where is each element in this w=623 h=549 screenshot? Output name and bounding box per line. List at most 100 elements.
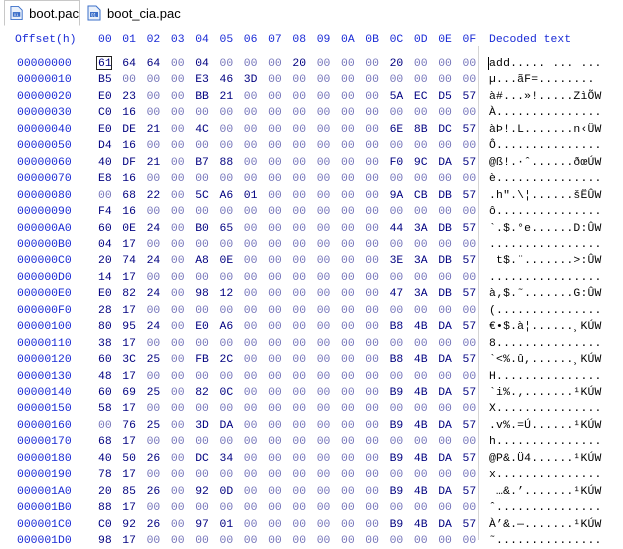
hex-byte[interactable]: 00 [292,171,306,187]
hex-byte[interactable]: 00 [244,253,258,269]
hex-byte[interactable]: 00 [292,253,306,269]
hex-byte[interactable]: 16 [122,138,136,154]
hex-byte[interactable]: DA [438,418,452,434]
hex-byte[interactable]: 00 [390,369,404,385]
hex-byte[interactable]: 00 [365,484,379,500]
hex-byte[interactable]: 00 [147,171,161,187]
hex-byte[interactable]: 00 [292,451,306,467]
hex-byte[interactable]: 00 [365,155,379,171]
hex-byte[interactable]: 00 [244,122,258,138]
hex-byte[interactable]: 21 [147,155,161,171]
hex-byte[interactable]: 00 [463,467,477,483]
hex-editor-view[interactable]: Offset(h) 00 01 02 03 04 05 06 07 08 09 0A 0B 0C 0D 0E… [0,26,623,547]
hex-byte[interactable]: 3A [414,286,428,302]
hex-byte[interactable]: 00 [147,369,161,385]
hex-byte[interactable]: E0 [98,122,112,138]
hex-byte[interactable]: DA [438,319,452,335]
hex-byte[interactable]: 21 [220,89,234,105]
hex-byte[interactable]: 00 [292,434,306,450]
hex-byte[interactable]: 00 [147,237,161,253]
hex-byte[interactable]: D4 [98,138,112,154]
hex-byte[interactable]: 00 [414,138,428,154]
hex-byte[interactable]: 00 [341,352,355,368]
hex-byte[interactable]: 00 [463,369,477,385]
hex-byte[interactable]: 5C [195,188,209,204]
hex-byte[interactable]: 00 [195,369,209,385]
hex-byte[interactable]: 00 [268,385,282,401]
hex-byte[interactable]: 00 [171,56,185,72]
hex-byte[interactable]: 00 [292,303,306,319]
hex-byte[interactable]: 00 [268,188,282,204]
hex-byte[interactable]: 17 [122,467,136,483]
hex-byte[interactable]: 25 [147,385,161,401]
hex-byte[interactable]: 00 [292,204,306,220]
hex-byte[interactable]: 00 [341,286,355,302]
decoded-text[interactable]: (............... [489,303,602,319]
hex-byte[interactable]: 00 [220,56,234,72]
hex-byte[interactable]: 00 [365,467,379,483]
hex-byte[interactable]: 00 [390,237,404,253]
hex-byte[interactable]: 00 [171,122,185,138]
hex-byte[interactable]: 00 [171,171,185,187]
hex-byte[interactable]: 57 [463,451,477,467]
hex-byte[interactable]: 0C [220,385,234,401]
hex-byte[interactable]: 40 [98,155,112,171]
hex-byte[interactable]: 00 [317,155,331,171]
hex-byte[interactable]: 00 [414,467,428,483]
hex-byte[interactable]: 00 [220,303,234,319]
hex-byte[interactable]: 85 [122,484,136,500]
hex-byte[interactable]: 00 [365,517,379,533]
hex-byte[interactable]: 00 [292,188,306,204]
hex-byte[interactable]: E8 [98,171,112,187]
hex-byte[interactable]: 00 [195,533,209,549]
hex-byte[interactable]: 00 [220,204,234,220]
hex-byte[interactable]: 00 [244,369,258,385]
hex-byte[interactable]: 95 [122,319,136,335]
hex-byte[interactable]: 00 [147,72,161,88]
hex-byte[interactable]: 00 [341,155,355,171]
hex-byte[interactable]: 00 [317,319,331,335]
hex-byte[interactable]: 17 [122,434,136,450]
hex-byte[interactable]: 00 [438,369,452,385]
hex-byte[interactable]: 00 [341,204,355,220]
hex-byte[interactable]: E0 [98,286,112,302]
hex-byte[interactable]: 88 [98,500,112,516]
hex-byte[interactable]: 00 [317,105,331,121]
hex-byte[interactable]: 00 [171,517,185,533]
hex-byte[interactable]: 00 [438,336,452,352]
hex-byte[interactable]: 00 [341,500,355,516]
hex-byte[interactable]: 00 [292,385,306,401]
hex-byte[interactable]: 00 [365,319,379,335]
hex-byte[interactable]: DB [438,286,452,302]
hex-byte[interactable]: 00 [244,451,258,467]
hex-byte[interactable]: 00 [365,56,379,72]
hex-byte[interactable]: 00 [244,484,258,500]
hex-byte[interactable]: 00 [317,369,331,385]
hex-byte[interactable]: 00 [147,500,161,516]
hex-byte[interactable]: 64 [122,56,136,72]
hex-byte[interactable]: 00 [463,270,477,286]
hex-byte[interactable]: 00 [244,303,258,319]
hex-byte[interactable]: 00 [220,369,234,385]
hex-byte[interactable]: 00 [341,484,355,500]
decoded-text[interactable]: ................ [489,237,602,253]
hex-byte[interactable]: 00 [171,155,185,171]
hex-byte[interactable]: 98 [98,533,112,549]
hex-byte[interactable]: 00 [438,204,452,220]
hex-byte[interactable]: DA [438,155,452,171]
hex-byte[interactable]: 60 [98,385,112,401]
hex-byte[interactable]: 00 [244,89,258,105]
hex-byte[interactable]: 00 [463,533,477,549]
decoded-text[interactable]: H............... [489,369,602,385]
hex-byte[interactable]: 00 [244,56,258,72]
hex-byte[interactable]: 0E [220,253,234,269]
hex-byte[interactable]: 40 [98,451,112,467]
hex-byte[interactable]: 00 [171,369,185,385]
hex-byte[interactable]: 26 [147,517,161,533]
hex-byte[interactable]: 00 [341,56,355,72]
hex-byte[interactable]: 00 [147,89,161,105]
hex-byte[interactable]: 00 [147,303,161,319]
decoded-text[interactable]: €•$.à¦......¸KÚW [489,319,602,335]
hex-byte[interactable]: 00 [317,171,331,187]
hex-byte[interactable]: 00 [414,237,428,253]
